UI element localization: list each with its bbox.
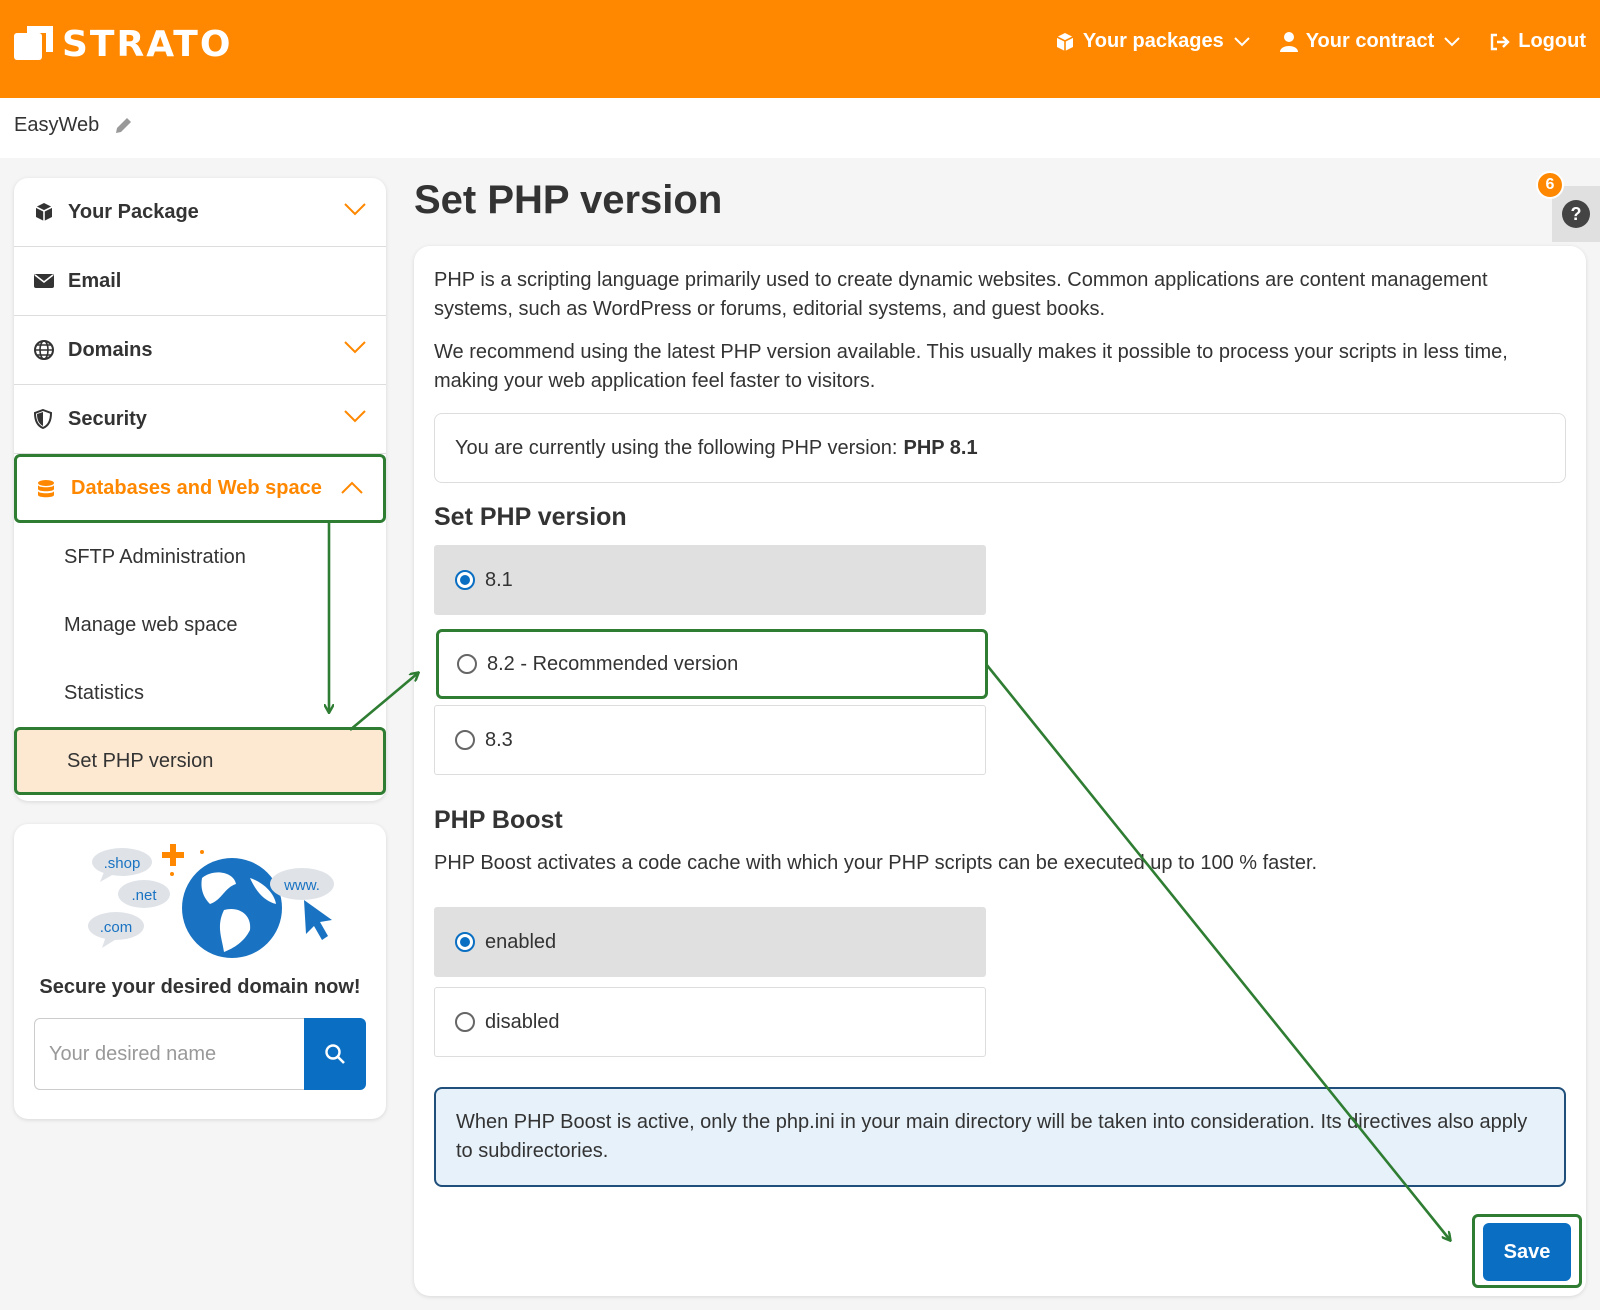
top-bar: STRATO Your packages Your contract Logou… [0,0,1600,98]
sidebar-item-label: Email [68,269,122,292]
option-label: 8.3 [485,728,513,751]
chevron-down-icon [344,203,366,216]
nav-packages-label: Your packages [1082,30,1224,52]
net-tag: .net [118,880,170,908]
sidebar-bottom-spacer [14,795,386,801]
sidebar: Your Package Email Domains Security Data… [14,178,386,801]
nav-contract-label: Your contract [1305,30,1435,52]
intro-paragraph-1: PHP is a scripting language primarily us… [434,269,1488,320]
sidebar-item-your-package[interactable]: Your Package [14,178,386,247]
sidebar-subitem-set-php-version[interactable]: Set PHP version [14,727,386,795]
svg-text:.net: .net [131,887,157,904]
sidebar-item-label: Your Package [68,200,199,223]
svg-text:www.: www. [283,877,320,894]
chevron-down-icon [1444,36,1460,46]
contract-name: EasyWeb [14,114,100,136]
sidebar-item-domains[interactable]: Domains [14,316,386,385]
save-button-highlight: Save [1472,1214,1582,1288]
top-nav: Your packages Your contract Logout [1025,30,1586,53]
chevron-down-icon [344,341,366,354]
database-icon [37,479,61,499]
sidebar-item-email[interactable]: Email [14,247,386,316]
chevron-up-icon [341,481,363,494]
php-boost-section-title: PHP Boost [434,806,563,834]
radio-button[interactable] [457,654,477,674]
help-icon[interactable]: ? [1562,200,1590,228]
www-tag: www. [270,868,334,900]
user-icon [1279,31,1298,52]
domain-promo-title: Secure your desired domain now! [39,976,361,998]
breadcrumb-bar: EasyWeb [0,98,1600,158]
php-boost-info-box: When PHP Boost is active, only the php.i… [434,1087,1566,1187]
domain-search-card: .shop .net .com www. Secure your desired… [14,824,386,1119]
shop-tag: .shop [92,848,152,882]
sidebar-item-label: Databases and Web space [71,477,322,499]
svg-text:.com: .com [100,919,133,936]
intro-paragraph-2: We recommend using the latest PHP versio… [434,341,1508,392]
nav-your-contract[interactable]: Your contract [1279,30,1461,53]
globe-icon [34,340,58,360]
svg-text:.shop: .shop [104,855,141,872]
breadcrumb: EasyWeb [14,114,133,137]
current-php-version-box: You are currently using the following PH… [434,413,1566,483]
search-icon [325,1044,345,1064]
radio-button[interactable] [455,730,475,750]
radio-button[interactable] [455,932,475,952]
php-version-section-title: Set PHP version [434,503,627,531]
strato-logo-icon [14,24,54,64]
sidebar-subitem-statistics[interactable]: Statistics [14,659,386,727]
sidebar-subitem-manage-web-space[interactable]: Manage web space [14,591,386,659]
sidebar-subitem-sftp-administration[interactable]: SFTP Administration [14,523,386,591]
domain-search-input[interactable] [34,1018,304,1090]
plus-icon [162,844,204,876]
radio-button[interactable] [455,570,475,590]
brand-name: STRATO [62,23,233,65]
save-button[interactable]: Save [1483,1223,1571,1281]
strato-logo[interactable]: STRATO [14,22,232,66]
pencil-icon[interactable] [113,116,133,136]
nav-your-packages[interactable]: Your packages [1055,30,1250,53]
globe-icon [182,858,282,958]
package-icon [1056,32,1074,51]
current-version-label: You are currently using the following PH… [455,436,898,459]
nav-logout[interactable]: Logout [1490,30,1586,53]
chevron-down-icon [344,410,366,423]
com-tag: .com [88,912,144,948]
option-label: 8.2 - Recommended version [487,652,739,675]
shield-icon [34,409,58,429]
php-boost-description: PHP Boost activates a code cache with wh… [434,852,1318,874]
help-notification-badge: 6 [1536,171,1564,199]
chevron-down-icon [1233,36,1250,46]
sidebar-item-security[interactable]: Security [14,385,386,454]
php-boost-option-disabled[interactable]: disabled [434,987,986,1057]
page-title: Set PHP version [414,178,723,222]
logout-icon [1491,33,1510,50]
php-version-option-8-3[interactable]: 8.3 [434,705,986,775]
nav-logout-label: Logout [1518,30,1586,52]
option-label: disabled [485,1010,560,1033]
package-icon [34,202,58,222]
envelope-icon [34,273,58,289]
sidebar-item-label: Domains [68,338,153,361]
domain-search-button[interactable] [304,1018,366,1090]
php-version-option-8-1[interactable]: 8.1 [434,545,986,615]
sidebar-item-label: Security [68,407,147,430]
php-version-option-8-2[interactable]: 8.2 - Recommended version [436,629,988,699]
domain-illustration: .shop .net .com www. [88,844,334,958]
sidebar-item-databases-web-space[interactable]: Databases and Web space [14,454,386,523]
option-label: 8.1 [485,568,513,591]
radio-button[interactable] [455,1012,475,1032]
option-label: enabled [485,930,557,953]
php-settings-card: PHP is a scripting language primarily us… [414,246,1586,1296]
php-boost-option-enabled[interactable]: enabled [434,907,986,977]
current-version-value: PHP 8.1 [903,436,978,459]
cursor-icon [304,900,332,940]
